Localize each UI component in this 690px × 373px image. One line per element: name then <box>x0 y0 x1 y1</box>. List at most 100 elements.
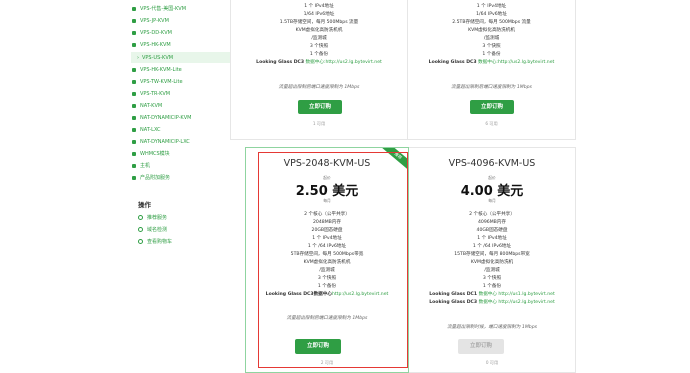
spec-line: 1 个 IPv4地址 <box>304 4 334 9</box>
category-icon <box>132 115 136 120</box>
sidebar-item-label: NAT-DYNAMICIP-LXC <box>140 138 190 145</box>
sidebar-item-label: 产品附加服务 <box>140 175 171 181</box>
category-icon <box>132 18 136 23</box>
spec-line: 2.5TB存储空间，每月 500Mbps 流量 <box>452 20 531 25</box>
sidebar-item-vps-tw-kvm-lite[interactable]: VPS-TW-KVM-Lite <box>132 76 183 87</box>
sidebar-item-vps-hk-kvm-lite[interactable]: VPS-HK-KVM-Lite <box>132 64 182 75</box>
stock-count: 0 可用 <box>485 360 499 365</box>
spec-line: 1 个备份 <box>482 284 502 289</box>
sidebar-item-vps-resale-us-kvm[interactable]: VPS-代售-美国-KVM <box>132 3 186 14</box>
looking-glass-link[interactable]: 数据中心 http://us1.lg.bytevirt.net <box>479 292 555 297</box>
sidebar-item-nat-lxc[interactable]: NAT-LXC <box>132 124 161 135</box>
action-recommended-services[interactable]: 推荐服务 <box>138 214 167 221</box>
spec-line: 2 个核心（公平共享） <box>469 212 515 217</box>
sidebar-item-addons[interactable]: 产品附加服务 <box>132 172 170 183</box>
sidebar-item-label: VPS-US-KVM <box>142 54 174 61</box>
spec-line: KVM虚拟化高防洗机 <box>470 260 514 265</box>
looking-glass-link[interactable]: 数据中心:http://us2.lg.bytevirt.net <box>478 60 554 65</box>
sidebar-item-label: VPS-HK-KVM-Lite <box>140 66 182 73</box>
buy-now-button[interactable]: 立即订购 <box>298 100 342 114</box>
traffic-note: 流量超出限制后端口速度限制为 1Mbps <box>451 85 532 90</box>
spec-line: KVM虚拟化高防洗机机 <box>295 28 343 33</box>
looking-glass-label: Looking Glass DC3 <box>429 300 478 305</box>
category-icon <box>132 163 136 168</box>
category-icon <box>132 103 136 108</box>
plan-price: 4.00 美元 <box>460 184 524 199</box>
stock-count: 6 可用 <box>485 121 498 126</box>
product-card-top-right: 1 个 IPv4地址 1/64 IPv6地址 2.5TB存储空间，每月 500M… <box>408 0 576 140</box>
cart-icon <box>138 239 143 244</box>
sidebar-item-label: VPS-代售-美国-KVM <box>140 6 187 12</box>
plan-title: VPS-4096-KVM-US <box>448 158 536 169</box>
buy-now-button-disabled: 立即订购 <box>458 339 504 354</box>
sidebar-item-vps-tr-kvm[interactable]: VPS-TR-KVM <box>132 88 170 99</box>
spec-line: 1/64 IPv6地址 <box>303 12 335 17</box>
sidebar-item-label: VPS-TR-KVM <box>140 90 171 97</box>
buy-now-button[interactable]: 立即订购 <box>470 100 514 114</box>
action-label: 查看购物车 <box>147 239 173 245</box>
looking-glass-line-dc1: Looking Glass DC1 数据中心 http://us1.lg.byt… <box>409 291 575 297</box>
category-icon <box>132 42 136 47</box>
category-icon <box>132 91 136 96</box>
action-label: 域名检测 <box>147 227 168 233</box>
sidebar: VPS-代售-美国-KVM VPS-JP-KVM VPS-DD-KVM VPS-… <box>128 0 232 373</box>
actions-section-title: 操作 <box>138 201 151 209</box>
looking-glass-line: Looking Glass DC3 数据中心:http://us2.lg.byt… <box>408 59 575 65</box>
spec-line: 3 个快照 <box>482 276 502 281</box>
looking-glass-label: Looking Glass DC3 <box>256 60 305 65</box>
recommend-icon <box>138 215 143 220</box>
sidebar-item-nat-dynamicip-lxc[interactable]: NAT-DYNAMICIP-LXC <box>132 136 190 147</box>
sidebar-item-label: NAT-DYNAMICIP-KVM <box>140 114 192 121</box>
spec-line: 1 个 IPv4地址 <box>476 4 507 9</box>
looking-glass-link[interactable]: 数据中心 http://us2.lg.bytevirt.net <box>479 300 555 305</box>
spec-line: /监测城 <box>483 36 500 41</box>
spec-line: 3 个快照 <box>309 44 329 49</box>
spec-line: /监测城 <box>311 36 327 41</box>
spec-line: /监测城 <box>484 268 500 273</box>
looking-glass-label: Looking Glass DC1 <box>429 292 478 297</box>
traffic-note: 流量超出限制时候，端口速度限制为 1Mbps <box>446 325 538 330</box>
product-card-vps-4096: VPS-4096-KVM-US 起价 4.00 美元 每月 2 个核心（公平共享… <box>409 147 576 373</box>
sidebar-item-label: NAT-KVM <box>140 102 163 109</box>
sidebar-item-label: NAT-LXC <box>140 126 161 133</box>
sidebar-item-hosting[interactable]: 主机 <box>132 160 150 171</box>
category-icon <box>132 151 136 156</box>
spec-line: 1 个 IPv4地址 <box>477 236 507 241</box>
spec-line: 1 个 /64 IPv6地址 <box>472 244 512 249</box>
category-icon <box>132 175 136 180</box>
sidebar-item-vps-hk-kvm[interactable]: VPS-HK-KVM <box>132 39 171 50</box>
looking-glass-label: Looking Glass DC3 <box>428 60 477 65</box>
sidebar-item-label: VPS-HK-KVM <box>140 41 171 48</box>
spec-line: 1 个备份 <box>309 52 329 57</box>
spec-line: 15TB存储空间，每月 800Mbps带宽 <box>454 252 530 257</box>
spec-line: 4096MB内存 <box>478 220 506 225</box>
sidebar-item-nat-kvm[interactable]: NAT-KVM <box>132 100 162 111</box>
stock-count: 1 可用 <box>312 121 326 126</box>
looking-glass-line-dc3: Looking Glass DC3 数据中心 http://us2.lg.byt… <box>409 299 575 305</box>
category-icon <box>132 67 136 72</box>
product-card-top-left: 1 个 IPv4地址 1/64 IPv6地址 1.5TB存储空间，每月 500M… <box>230 0 408 140</box>
action-domain-check[interactable]: 域名检测 <box>138 226 167 233</box>
chevron-right-icon: › <box>137 54 139 61</box>
sidebar-item-nat-dynamicip-kvm[interactable]: NAT-DYNAMICIP-KVM <box>132 112 191 123</box>
sidebar-item-vps-us-kvm[interactable]: › VPS-US-KVM <box>131 52 231 63</box>
spec-line: 40GB固态硬盘 <box>476 228 508 233</box>
sidebar-item-vps-dd-kvm[interactable]: VPS-DD-KVM <box>132 27 172 38</box>
sidebar-item-label: VPS-DD-KVM <box>140 29 172 36</box>
spec-line: 1 个备份 <box>482 52 501 57</box>
category-icon <box>132 139 136 144</box>
globe-icon <box>138 227 143 232</box>
spec-line: 1/64 IPv6地址 <box>476 12 507 17</box>
spec-line: KVM虚拟化高防洗机机 <box>468 28 515 33</box>
looking-glass-line: Looking Glass DC3 数据中心:http://us2.lg.byt… <box>231 59 407 65</box>
category-icon <box>132 30 136 35</box>
billing-period: 每月 <box>488 198 496 203</box>
action-label: 推荐服务 <box>147 215 168 221</box>
sidebar-item-vps-jp-kvm[interactable]: VPS-JP-KVM <box>132 15 169 26</box>
sidebar-item-whmcs-module[interactable]: WHMCS模块 <box>132 148 170 159</box>
looking-glass-link[interactable]: 数据中心:http://us2.lg.bytevirt.net <box>306 60 382 65</box>
category-icon <box>132 127 136 132</box>
action-view-cart[interactable]: 查看购物车 <box>138 238 172 245</box>
spec-line: 3 个快照 <box>482 44 501 49</box>
spec-line: 1.5TB存储空间，每月 500Mbps 流量 <box>279 20 359 25</box>
